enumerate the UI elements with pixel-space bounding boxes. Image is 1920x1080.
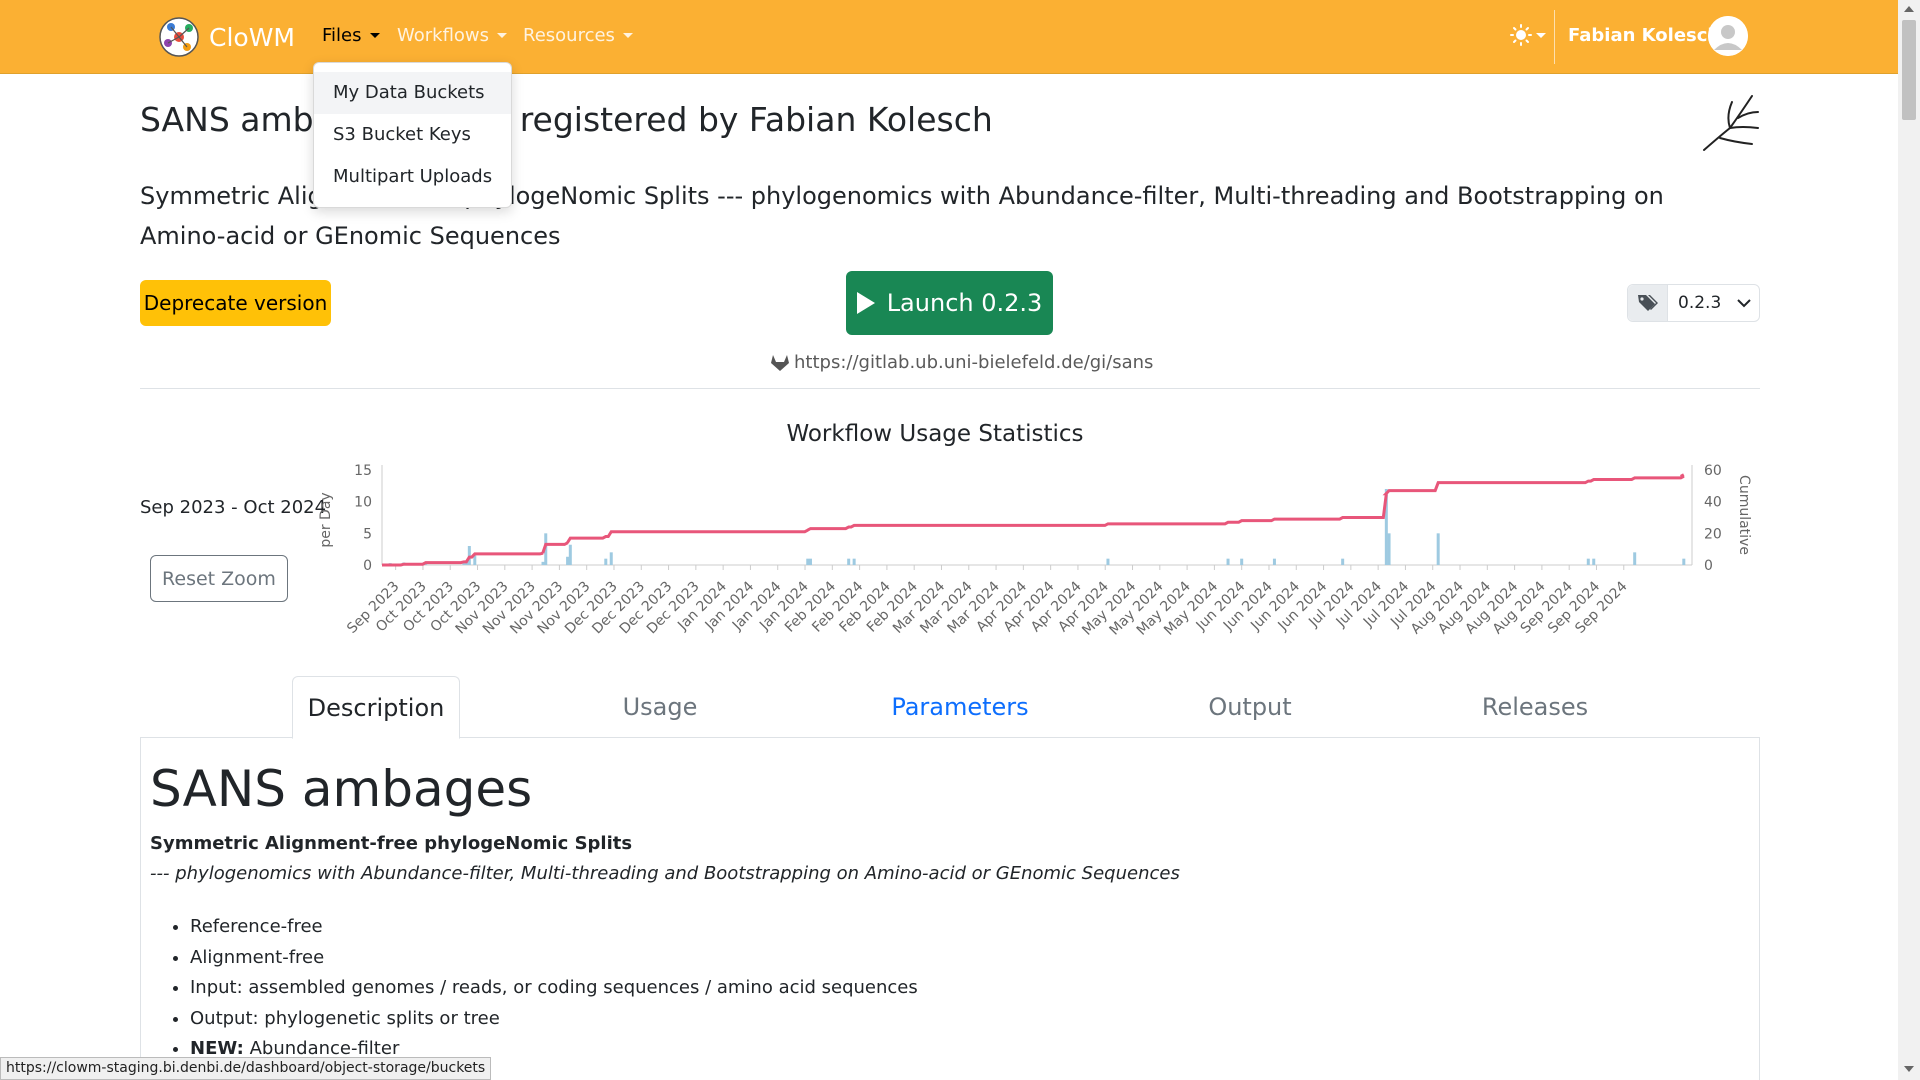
per-day-bar: [1341, 558, 1345, 565]
nav-divider: [1554, 10, 1555, 64]
tab-bar: Description Usage Parameters Output Rele…: [140, 676, 1760, 739]
scroll-up-arrow-icon[interactable]: [1904, 6, 1914, 12]
phylogenetic-tree-icon: [1703, 95, 1759, 151]
per-day-bar: [808, 558, 812, 565]
feature-list: Reference-free Alignment-free Input: ass…: [190, 912, 918, 1065]
chevron-down-icon: [1737, 299, 1751, 308]
deprecate-version-button[interactable]: Deprecate version: [140, 280, 331, 326]
cumulative-line: [382, 473, 1685, 567]
usage-chart[interactable]: 0510150204060per Day CumulativeSep 2023Oc…: [310, 455, 1780, 655]
files-dropdown-menu: My Data Buckets S3 Bucket Keys Multipart…: [313, 62, 512, 208]
description-heading: SANS ambages: [150, 760, 533, 818]
tab-usage[interactable]: Usage: [590, 676, 730, 738]
per-day-bar: [541, 561, 545, 565]
per-day-bar: [852, 558, 856, 565]
y-tick-label: 5: [363, 526, 372, 542]
launch-workflow-button[interactable]: Launch 0.2.3: [846, 271, 1053, 335]
page-title: SANS ambages@0.2.3 registered by Fabian …: [140, 100, 993, 139]
per-day-bar: [1240, 558, 1244, 565]
y-right-tick-label: 20: [1704, 526, 1722, 542]
caret-down-icon: [497, 33, 508, 38]
play-icon: [856, 292, 875, 314]
tab-releases[interactable]: Releases: [1450, 676, 1620, 738]
user-avatar-icon: [1708, 16, 1748, 56]
per-day-bar: [1106, 558, 1110, 565]
reset-zoom-button[interactable]: Reset Zoom: [150, 555, 288, 602]
per-day-bar: [1436, 533, 1440, 565]
nav-files-label: Files: [322, 25, 362, 46]
scroll-thumb[interactable]: [1902, 20, 1916, 120]
y-right-tick-label: 0: [1704, 558, 1713, 574]
per-day-bar: [568, 544, 572, 565]
repository-url: https://gitlab.ub.uni-bielefeld.de/gi/sa…: [794, 352, 1154, 373]
caret-down-icon: [369, 33, 380, 38]
feature-item: Reference-free: [190, 912, 918, 943]
user-name[interactable]: Fabian Kolesch: [1568, 25, 1720, 46]
menu-item-my-data-buckets[interactable]: My Data Buckets: [314, 72, 511, 114]
theme-toggle-button[interactable]: [1510, 24, 1546, 46]
y-tick-label: 15: [354, 463, 372, 479]
feature-item: Alignment-free: [190, 943, 918, 974]
per-day-bar: [604, 558, 608, 565]
gitlab-icon: [771, 354, 789, 371]
version-value: 0.2.3: [1678, 293, 1722, 313]
caret-down-icon: [622, 33, 633, 38]
user-avatar[interactable]: [1708, 16, 1748, 56]
y-axis-label: per Day: [318, 492, 334, 547]
menu-item-s3-bucket-keys[interactable]: S3 Bucket Keys: [314, 114, 511, 156]
description-emphasis: --- phylogenomics with Abundance-filter,…: [150, 863, 1180, 884]
feature-item: Input: assembled genomes / reads, or cod…: [190, 973, 918, 1004]
per-day-bar: [1272, 558, 1276, 565]
sun-icon: [1510, 24, 1532, 46]
clowm-logo-icon: [159, 17, 199, 57]
tags-icon: [1637, 295, 1658, 311]
date-range: Sep 2023 - Oct 2024: [140, 497, 327, 518]
tags-icon-area: [1628, 285, 1668, 321]
nav-resources-label: Resources: [523, 25, 615, 46]
launch-label: Launch 0.2.3: [886, 289, 1043, 317]
per-day-bar: [1592, 558, 1596, 565]
per-day-bar: [1633, 552, 1637, 565]
tab-parameters[interactable]: Parameters: [870, 676, 1050, 738]
y-tick-label: 10: [354, 495, 372, 511]
nav-workflows-label: Workflows: [397, 25, 490, 46]
per-day-bar: [566, 556, 570, 565]
repository-link[interactable]: https://gitlab.ub.uni-bielefeld.de/gi/sa…: [770, 352, 1153, 373]
brand-name: CloWM: [209, 22, 295, 52]
per-day-bar: [467, 546, 471, 565]
nav-resources-menu[interactable]: Resources: [523, 25, 633, 46]
scroll-down-arrow-icon[interactable]: [1904, 1066, 1914, 1072]
y-tick-label: 0: [363, 558, 372, 574]
per-day-bar: [609, 552, 613, 565]
nav-files-menu[interactable]: Files: [322, 25, 380, 46]
divider: [140, 388, 1760, 389]
feature-item: Output: phylogenetic splits or tree: [190, 1004, 918, 1035]
per-day-bar: [1682, 558, 1686, 565]
browser-status-bar: https://clowm-staging.bi.denbi.de/dashbo…: [0, 1057, 492, 1080]
per-day-bar: [1586, 558, 1590, 565]
per-day-bar: [847, 558, 851, 565]
y-right-tick-label: 40: [1704, 495, 1722, 511]
navbar: CloWM Files Workflows Resources Fabian K…: [0, 0, 1898, 74]
tab-description[interactable]: Description: [292, 676, 460, 739]
brand-link[interactable]: CloWM: [158, 16, 295, 58]
menu-item-multipart-uploads[interactable]: Multipart Uploads: [314, 156, 511, 198]
chart-title: Workflow Usage Statistics: [786, 421, 1084, 447]
description-strong: Symmetric Alignment-free phylogeNomic Sp…: [150, 833, 633, 854]
version-select[interactable]: 0.2.3: [1627, 284, 1760, 322]
per-day-bar: [1387, 533, 1391, 565]
page-scrollbar[interactable]: [1898, 0, 1920, 1080]
y-right-tick-label: 60: [1704, 463, 1722, 479]
y-right-axis-label: Cumulative: [1736, 475, 1752, 555]
per-day-bar: [806, 558, 810, 565]
per-day-bar: [1226, 558, 1230, 565]
nav-workflows-menu[interactable]: Workflows: [397, 25, 508, 46]
caret-down-icon: [1536, 32, 1546, 38]
tab-output[interactable]: Output: [1170, 676, 1330, 738]
